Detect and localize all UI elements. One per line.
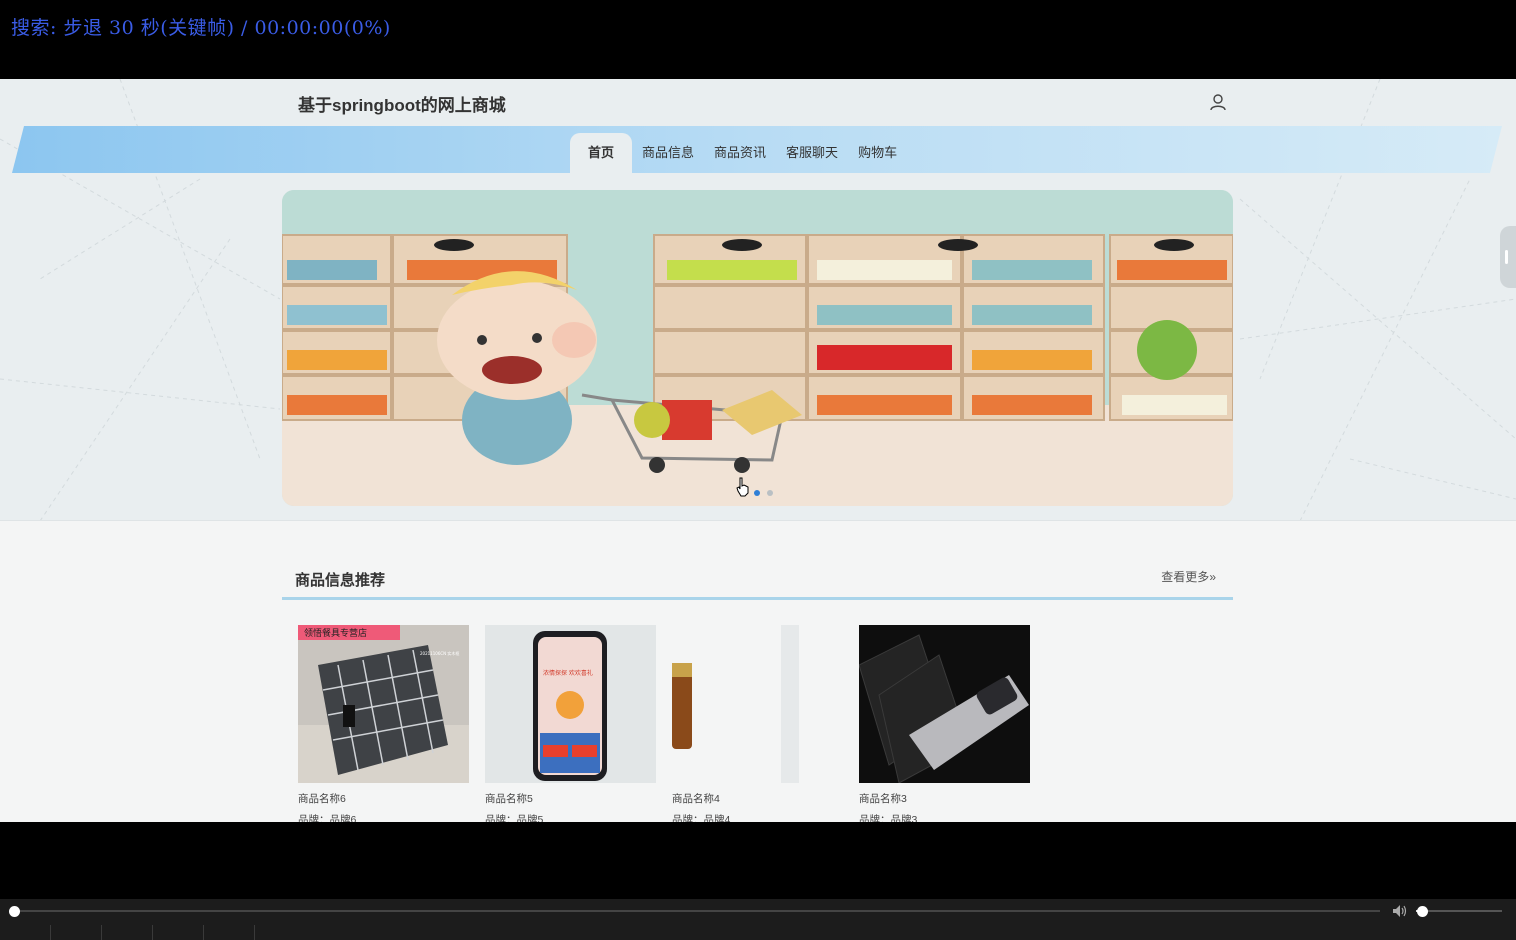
player-button[interactable] — [204, 925, 255, 940]
volume-slider[interactable] — [1416, 910, 1502, 912]
product-name: 商品名称4 — [672, 793, 720, 805]
player-button-strip — [0, 925, 1516, 940]
user-icon[interactable] — [1209, 93, 1227, 111]
player-button[interactable] — [153, 925, 204, 940]
volume-icon[interactable] — [1392, 904, 1408, 918]
product-card[interactable]: 商品名称4 品牌：品牌4 — [672, 625, 843, 822]
carousel-dot-2[interactable] — [767, 490, 773, 496]
hand-cursor-icon — [736, 477, 749, 497]
banner-image — [282, 190, 1233, 506]
nav-item-cart[interactable]: 购物车 — [848, 137, 907, 173]
nav-item-chat[interactable]: 客服聊天 — [776, 137, 848, 173]
site-title: 基于springboot的网上商城 — [298, 96, 506, 115]
player-button[interactable] — [102, 925, 153, 940]
view-more-link[interactable]: 查看更多» — [1161, 568, 1216, 585]
product-name: 商品名称3 — [859, 793, 907, 805]
product-card[interactable]: 商品名称3 品牌：品牌3 — [859, 625, 1030, 822]
double-chevron-right-icon: » — [1209, 570, 1216, 584]
product-image — [672, 625, 843, 783]
carousel-banner[interactable] — [282, 190, 1233, 506]
product-image: 浓情探探 欢欢喜礼 — [485, 625, 656, 783]
product-brand: 品牌：品牌5 — [485, 814, 544, 822]
store-tag-small-text: 20211106CN 实木框 — [420, 650, 459, 656]
recommend-section-header: 商品信息推荐 查看更多» — [282, 559, 1233, 600]
product-image: 领悟餐具专营店 20211106CN 实木框 — [298, 625, 469, 783]
nav-item-news[interactable]: 商品资讯 — [704, 137, 776, 173]
main-nav: 首页 商品信息 商品资讯 客服聊天 购物车 — [570, 133, 907, 173]
product-image — [859, 625, 1030, 783]
volume-knob[interactable] — [1417, 906, 1428, 917]
product-card[interactable]: 领悟餐具专营店 20211106CN 实木框 商品名称6 品牌：品牌6 — [298, 625, 469, 822]
seek-bar[interactable] — [14, 910, 1380, 912]
player-button[interactable] — [0, 925, 51, 940]
product-name: 商品名称5 — [485, 793, 533, 805]
product-name: 商品名称6 — [298, 793, 346, 805]
section-title: 商品信息推荐 — [295, 572, 386, 589]
browser-viewport: 基于springboot的网上商城 首页 商品信息 商品资讯 客服聊天 购物车 — [0, 79, 1516, 822]
view-more-label: 查看更多 — [1161, 570, 1210, 584]
product-card[interactable]: 浓情探探 欢欢喜礼 商品名称5 品牌：品牌5 — [485, 625, 656, 822]
player-osd-text: 搜索: 步退 30 秒(关键帧) / 00:00:00(0%) — [11, 17, 391, 39]
product-brand: 品牌：品牌4 — [672, 814, 731, 822]
product-brand: 品牌：品牌6 — [298, 814, 357, 822]
store-tag-text: 领悟餐具专营店 — [304, 627, 367, 639]
carousel-dot-1[interactable] — [754, 490, 760, 496]
product-brand: 品牌：品牌3 — [859, 814, 918, 822]
nav-item-home[interactable]: 首页 — [570, 133, 633, 173]
carousel-dots — [754, 490, 773, 496]
side-drawer-handle[interactable] — [1500, 226, 1516, 288]
phone-screen-text: 浓情探探 欢欢喜礼 — [543, 669, 593, 677]
seek-knob[interactable] — [9, 906, 20, 917]
player-button[interactable] — [51, 925, 102, 940]
nav-item-products[interactable]: 商品信息 — [632, 137, 704, 173]
